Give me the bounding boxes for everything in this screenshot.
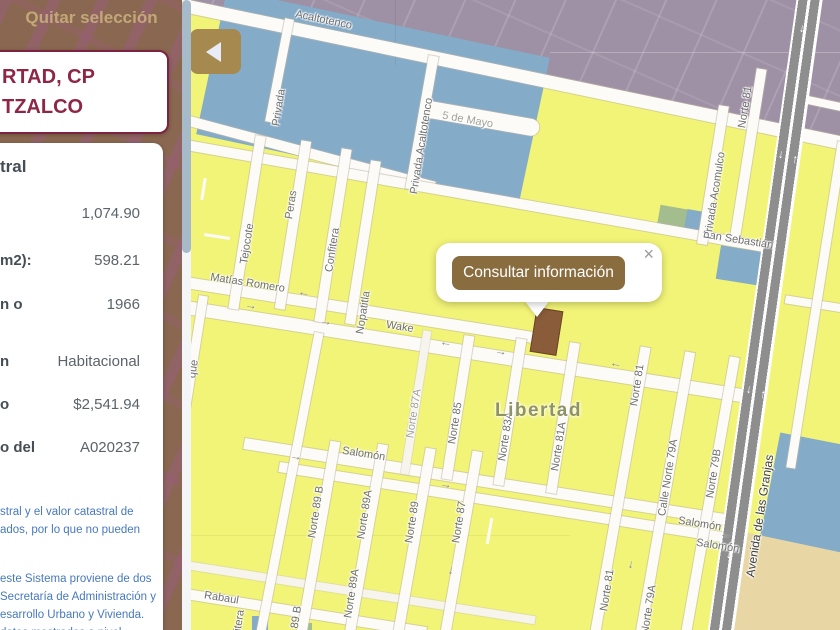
oneway-arrow: →	[318, 313, 334, 329]
lot-line	[203, 232, 231, 241]
street-label: Confitera	[323, 226, 342, 273]
info-popup: Consultar información ×	[436, 243, 662, 302]
info-row-label: n	[0, 353, 10, 370]
oneway-arrow: ↓	[626, 556, 636, 572]
consult-info-button[interactable]: Consultar información	[452, 256, 625, 290]
street-label: Rabaul	[203, 589, 240, 607]
oneway-arrow: ←	[608, 355, 624, 371]
info-row-value: Habitacional	[57, 353, 140, 370]
disclaimer-paragraph: stral y el valor catastral de ados, por …	[0, 506, 141, 536]
info-card-header: tral	[0, 157, 27, 176]
disclaimer-paragraph: este Sistema proviene de dos Secretaría …	[0, 573, 156, 630]
lot-line	[485, 517, 494, 545]
clear-selection-button[interactable]: Quitar selección	[0, 8, 183, 28]
info-row-value: 598.21	[94, 252, 140, 269]
graticule-line	[190, 535, 570, 536]
oneway-arrow: →	[243, 297, 259, 313]
sidebar-scrollbar-thumb[interactable]	[182, 0, 191, 253]
street-label: Norte 85	[446, 401, 465, 445]
oneway-arrow: →	[493, 343, 509, 359]
app-window: Acaltotenco 5 de Mayo San Sebastián Matí…	[0, 0, 840, 630]
map-canvas[interactable]: Acaltotenco 5 de Mayo San Sebastián Matí…	[190, 0, 840, 630]
property-info-card: tral 1,074.90 m2): 598.21 n o 1966 n Hab…	[0, 143, 163, 630]
street-wake	[190, 300, 758, 405]
oneway-arrow: ←	[296, 284, 312, 300]
oneway-arrow: ←	[718, 526, 734, 542]
street-label: Norte 87A	[404, 388, 424, 439]
lot-line	[200, 177, 207, 201]
info-row-label: n o	[0, 296, 23, 313]
sidebar-collapse-button[interactable]	[190, 29, 241, 74]
info-row-value: 1,074.90	[81, 205, 140, 222]
oneway-arrow: ←	[438, 334, 454, 350]
sidebar-scrollbar-track[interactable]	[182, 0, 191, 630]
popup-tail	[524, 300, 550, 317]
info-row-value: $2,541.94	[73, 396, 140, 413]
oneway-arrow: →	[288, 448, 304, 464]
info-row-value: 1966	[106, 296, 140, 313]
close-icon[interactable]: ×	[643, 245, 654, 263]
info-row-value: A020237	[79, 439, 140, 456]
oneway-arrow: →	[438, 476, 454, 492]
street-label: Confitera	[228, 609, 247, 630]
street-label: que	[190, 358, 201, 379]
street-label: Calle Norte 79A	[656, 438, 681, 517]
location-card: RTAD, CP TZALCO	[0, 50, 169, 134]
info-row-label: o del	[0, 439, 36, 456]
chevron-left-icon	[206, 41, 221, 62]
info-row-label: m2):	[0, 252, 32, 269]
colonia-label-libertad: Libertad	[495, 400, 582, 421]
street-label: Norte 79B	[704, 448, 724, 499]
info-row-label: o	[0, 396, 10, 413]
location-title: RTAD, CP TZALCO	[2, 66, 95, 118]
sidebar-panel: Quitar selección RTAD, CP TZALCO tral 1,…	[0, 0, 190, 630]
street-label: Norte 81A	[549, 421, 569, 472]
